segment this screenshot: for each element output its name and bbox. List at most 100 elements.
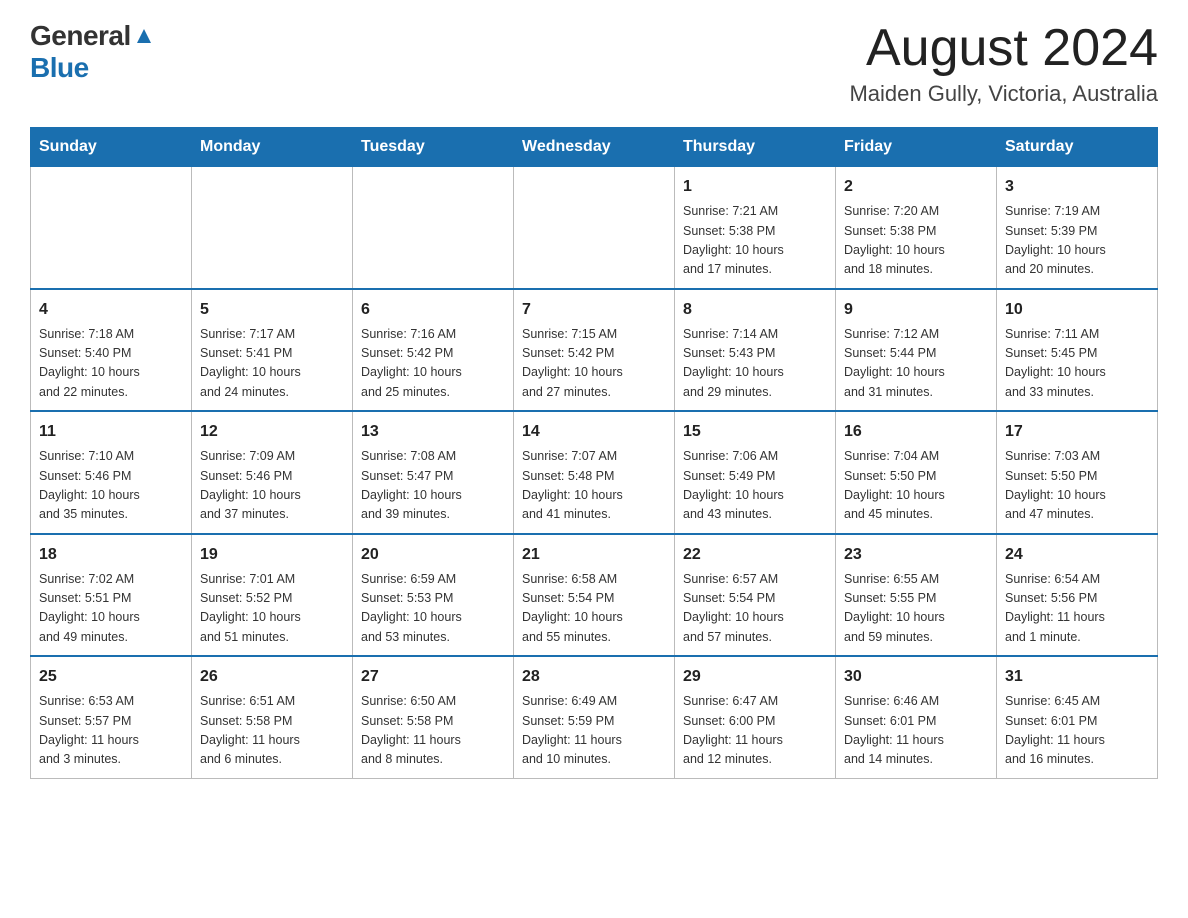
day-info: Sunrise: 7:12 AM Sunset: 5:44 PM Dayligh… <box>844 325 988 403</box>
day-info: Sunrise: 7:01 AM Sunset: 5:52 PM Dayligh… <box>200 570 344 648</box>
day-number: 5 <box>200 298 344 322</box>
day-info: Sunrise: 7:18 AM Sunset: 5:40 PM Dayligh… <box>39 325 183 403</box>
calendar-week-row: 18Sunrise: 7:02 AM Sunset: 5:51 PM Dayli… <box>31 534 1158 657</box>
day-info: Sunrise: 7:04 AM Sunset: 5:50 PM Dayligh… <box>844 447 988 525</box>
day-info: Sunrise: 7:06 AM Sunset: 5:49 PM Dayligh… <box>683 447 827 525</box>
day-number: 17 <box>1005 420 1149 444</box>
calendar-cell: 31Sunrise: 6:45 AM Sunset: 6:01 PM Dayli… <box>997 656 1158 778</box>
calendar-week-row: 1 Sunrise: 7:21 AM Sunset: 5:38 PM Daylig… <box>31 167 1158 289</box>
day-info: Sunrise: 7:21 AM Sunset: 5:38 PM Dayligh… <box>683 202 827 280</box>
calendar-cell: 13 Sunrise: 7:08 AM Sunset: 5:47 PM Dayli… <box>353 411 514 534</box>
calendar-cell: 11 Sunrise: 7:10 AM Sunset: 5:46 PM Dayli… <box>31 411 192 534</box>
calendar-cell: 25Sunrise: 6:53 AM Sunset: 5:57 PM Dayli… <box>31 656 192 778</box>
calendar-cell: 12 Sunrise: 7:09 AM Sunset: 5:46 PM Dayli… <box>192 411 353 534</box>
day-number: 9 <box>844 298 988 322</box>
day-info: Sunrise: 6:54 AM Sunset: 5:56 PM Dayligh… <box>1005 570 1149 648</box>
calendar-cell <box>514 167 675 289</box>
calendar-week-row: 11 Sunrise: 7:10 AM Sunset: 5:46 PM Dayli… <box>31 411 1158 534</box>
calendar-cell: 21 Sunrise: 6:58 AM Sunset: 5:54 PM Dayli… <box>514 534 675 657</box>
calendar-cell: 29 Sunrise: 6:47 AM Sunset: 6:00 PM Dayli… <box>675 656 836 778</box>
day-number: 31 <box>1005 665 1149 689</box>
calendar-cell: 22 Sunrise: 6:57 AM Sunset: 5:54 PM Dayli… <box>675 534 836 657</box>
day-info: Sunrise: 6:47 AM Sunset: 6:00 PM Dayligh… <box>683 692 827 770</box>
calendar-cell <box>192 167 353 289</box>
calendar-cell: 24 Sunrise: 6:54 AM Sunset: 5:56 PM Dayli… <box>997 534 1158 657</box>
day-info: Sunrise: 6:51 AM Sunset: 5:58 PM Dayligh… <box>200 692 344 770</box>
logo-blue: Blue <box>30 52 89 84</box>
calendar-cell: 15 Sunrise: 7:06 AM Sunset: 5:49 PM Dayli… <box>675 411 836 534</box>
day-number: 10 <box>1005 298 1149 322</box>
weekday-header-thursday: Thursday <box>675 128 836 167</box>
day-info: Sunrise: 6:46 AM Sunset: 6:01 PM Dayligh… <box>844 692 988 770</box>
day-info: Sunrise: 6:59 AM Sunset: 5:53 PM Dayligh… <box>361 570 505 648</box>
calendar-cell <box>353 167 514 289</box>
weekday-header-monday: Monday <box>192 128 353 167</box>
day-info: Sunrise: 7:07 AM Sunset: 5:48 PM Dayligh… <box>522 447 666 525</box>
weekday-header-saturday: Saturday <box>997 128 1158 167</box>
day-number: 18 <box>39 543 183 567</box>
day-info: Sunrise: 7:19 AM Sunset: 5:39 PM Dayligh… <box>1005 202 1149 280</box>
calendar-cell: 6 Sunrise: 7:16 AM Sunset: 5:42 PM Daylig… <box>353 289 514 412</box>
calendar-header-row: SundayMondayTuesdayWednesdayThursdayFrid… <box>31 128 1158 167</box>
day-number: 24 <box>1005 543 1149 567</box>
calendar-cell: 8Sunrise: 7:14 AM Sunset: 5:43 PM Daylig… <box>675 289 836 412</box>
day-number: 6 <box>361 298 505 322</box>
title-block: August 2024 Maiden Gully, Victoria, Aust… <box>849 20 1158 107</box>
calendar-cell: 27 Sunrise: 6:50 AM Sunset: 5:58 PM Dayli… <box>353 656 514 778</box>
day-number: 11 <box>39 420 183 444</box>
calendar-cell: 10 Sunrise: 7:11 AM Sunset: 5:45 PM Dayli… <box>997 289 1158 412</box>
day-info: Sunrise: 7:16 AM Sunset: 5:42 PM Dayligh… <box>361 325 505 403</box>
day-info: Sunrise: 7:20 AM Sunset: 5:38 PM Dayligh… <box>844 202 988 280</box>
calendar-cell <box>31 167 192 289</box>
day-info: Sunrise: 6:58 AM Sunset: 5:54 PM Dayligh… <box>522 570 666 648</box>
day-info: Sunrise: 7:10 AM Sunset: 5:46 PM Dayligh… <box>39 447 183 525</box>
day-info: Sunrise: 6:50 AM Sunset: 5:58 PM Dayligh… <box>361 692 505 770</box>
calendar-cell: 30 Sunrise: 6:46 AM Sunset: 6:01 PM Dayli… <box>836 656 997 778</box>
calendar-cell: 3 Sunrise: 7:19 AM Sunset: 5:39 PM Daylig… <box>997 167 1158 289</box>
weekday-header-friday: Friday <box>836 128 997 167</box>
day-info: Sunrise: 6:55 AM Sunset: 5:55 PM Dayligh… <box>844 570 988 648</box>
calendar-cell: 9 Sunrise: 7:12 AM Sunset: 5:44 PM Daylig… <box>836 289 997 412</box>
day-info: Sunrise: 7:08 AM Sunset: 5:47 PM Dayligh… <box>361 447 505 525</box>
day-number: 22 <box>683 543 827 567</box>
day-number: 15 <box>683 420 827 444</box>
day-info: Sunrise: 6:53 AM Sunset: 5:57 PM Dayligh… <box>39 692 183 770</box>
day-number: 23 <box>844 543 988 567</box>
calendar-cell: 2 Sunrise: 7:20 AM Sunset: 5:38 PM Daylig… <box>836 167 997 289</box>
weekday-header-wednesday: Wednesday <box>514 128 675 167</box>
day-number: 19 <box>200 543 344 567</box>
logo: General Blue <box>30 20 155 84</box>
day-info: Sunrise: 6:57 AM Sunset: 5:54 PM Dayligh… <box>683 570 827 648</box>
day-number: 12 <box>200 420 344 444</box>
calendar-cell: 19 Sunrise: 7:01 AM Sunset: 5:52 PM Dayli… <box>192 534 353 657</box>
day-number: 2 <box>844 175 988 199</box>
calendar-table: SundayMondayTuesdayWednesdayThursdayFrid… <box>30 127 1158 779</box>
day-info: Sunrise: 7:09 AM Sunset: 5:46 PM Dayligh… <box>200 447 344 525</box>
calendar-cell: 28Sunrise: 6:49 AM Sunset: 5:59 PM Dayli… <box>514 656 675 778</box>
day-number: 16 <box>844 420 988 444</box>
weekday-header-sunday: Sunday <box>31 128 192 167</box>
day-number: 20 <box>361 543 505 567</box>
day-number: 30 <box>844 665 988 689</box>
day-number: 21 <box>522 543 666 567</box>
day-number: 27 <box>361 665 505 689</box>
day-number: 8 <box>683 298 827 322</box>
location-subtitle: Maiden Gully, Victoria, Australia <box>849 81 1158 107</box>
calendar-cell: 23 Sunrise: 6:55 AM Sunset: 5:55 PM Dayli… <box>836 534 997 657</box>
day-number: 1 <box>683 175 827 199</box>
calendar-cell: 7Sunrise: 7:15 AM Sunset: 5:42 PM Daylig… <box>514 289 675 412</box>
calendar-cell: 17 Sunrise: 7:03 AM Sunset: 5:50 PM Dayli… <box>997 411 1158 534</box>
day-number: 4 <box>39 298 183 322</box>
day-info: Sunrise: 7:11 AM Sunset: 5:45 PM Dayligh… <box>1005 325 1149 403</box>
calendar-cell: 26Sunrise: 6:51 AM Sunset: 5:58 PM Dayli… <box>192 656 353 778</box>
day-number: 13 <box>361 420 505 444</box>
day-number: 7 <box>522 298 666 322</box>
day-info: Sunrise: 7:03 AM Sunset: 5:50 PM Dayligh… <box>1005 447 1149 525</box>
day-number: 3 <box>1005 175 1149 199</box>
day-number: 29 <box>683 665 827 689</box>
calendar-cell: 18Sunrise: 7:02 AM Sunset: 5:51 PM Dayli… <box>31 534 192 657</box>
calendar-week-row: 4 Sunrise: 7:18 AM Sunset: 5:40 PM Daylig… <box>31 289 1158 412</box>
calendar-cell: 16 Sunrise: 7:04 AM Sunset: 5:50 PM Dayli… <box>836 411 997 534</box>
calendar-cell: 5Sunrise: 7:17 AM Sunset: 5:41 PM Daylig… <box>192 289 353 412</box>
calendar-cell: 4 Sunrise: 7:18 AM Sunset: 5:40 PM Daylig… <box>31 289 192 412</box>
